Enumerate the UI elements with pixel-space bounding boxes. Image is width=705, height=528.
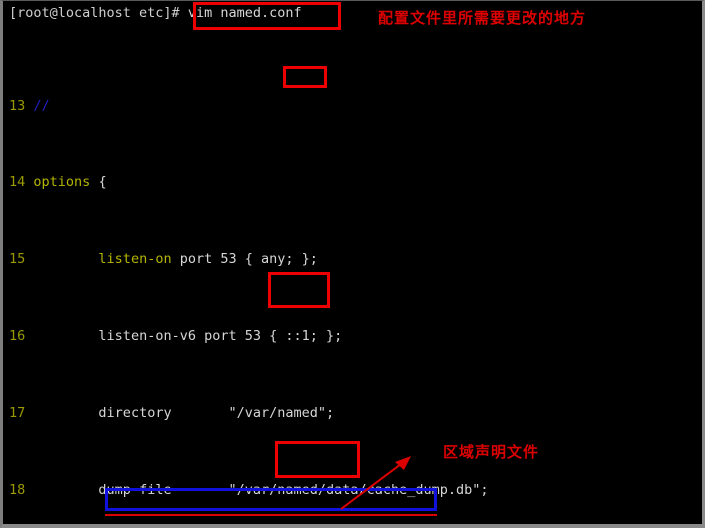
terminal-screen: [root@localhost etc]# vim named.conf 13 …: [3, 1, 702, 524]
shell-prompt: [root@localhost etc]#: [9, 5, 188, 21]
code-line: 15 listen-on port 53 { any; };: [9, 251, 318, 268]
line-text: options: [33, 174, 91, 191]
line-text: //: [33, 97, 50, 114]
terminal-window: [root@localhost etc]# vim named.conf 13 …: [0, 0, 705, 528]
line-text: listen-on-v6 port 53 { ::1; };: [33, 328, 343, 344]
shell-command: vim named.conf: [187, 5, 302, 21]
line-number: 17: [9, 404, 26, 421]
line-number: 13: [9, 97, 26, 114]
code-line: 17 directory "/var/named";: [9, 404, 335, 421]
vim-buffer[interactable]: 13 // 14 options { 15 listen-on port 53 …: [9, 39, 643, 524]
code-line: 18 dump-file "/var/named/data/cache_dump…: [9, 481, 489, 498]
shell-prompt-line: [root@localhost etc]# vim named.conf: [9, 4, 302, 23]
line-number: 15: [9, 251, 26, 268]
annotation-bottom-note: 区域声明文件: [443, 443, 540, 461]
code-line: 14 options {: [9, 174, 107, 191]
line-number: 16: [9, 328, 26, 344]
annotation-top-note: 配置文件里所需要更改的地方: [378, 9, 587, 27]
code-line: 16 listen-on-v6 port 53 { ::1; };: [9, 327, 643, 346]
line-number: 18: [9, 481, 26, 498]
line-number: 14: [9, 174, 26, 191]
code-line: 13 //: [9, 97, 643, 116]
